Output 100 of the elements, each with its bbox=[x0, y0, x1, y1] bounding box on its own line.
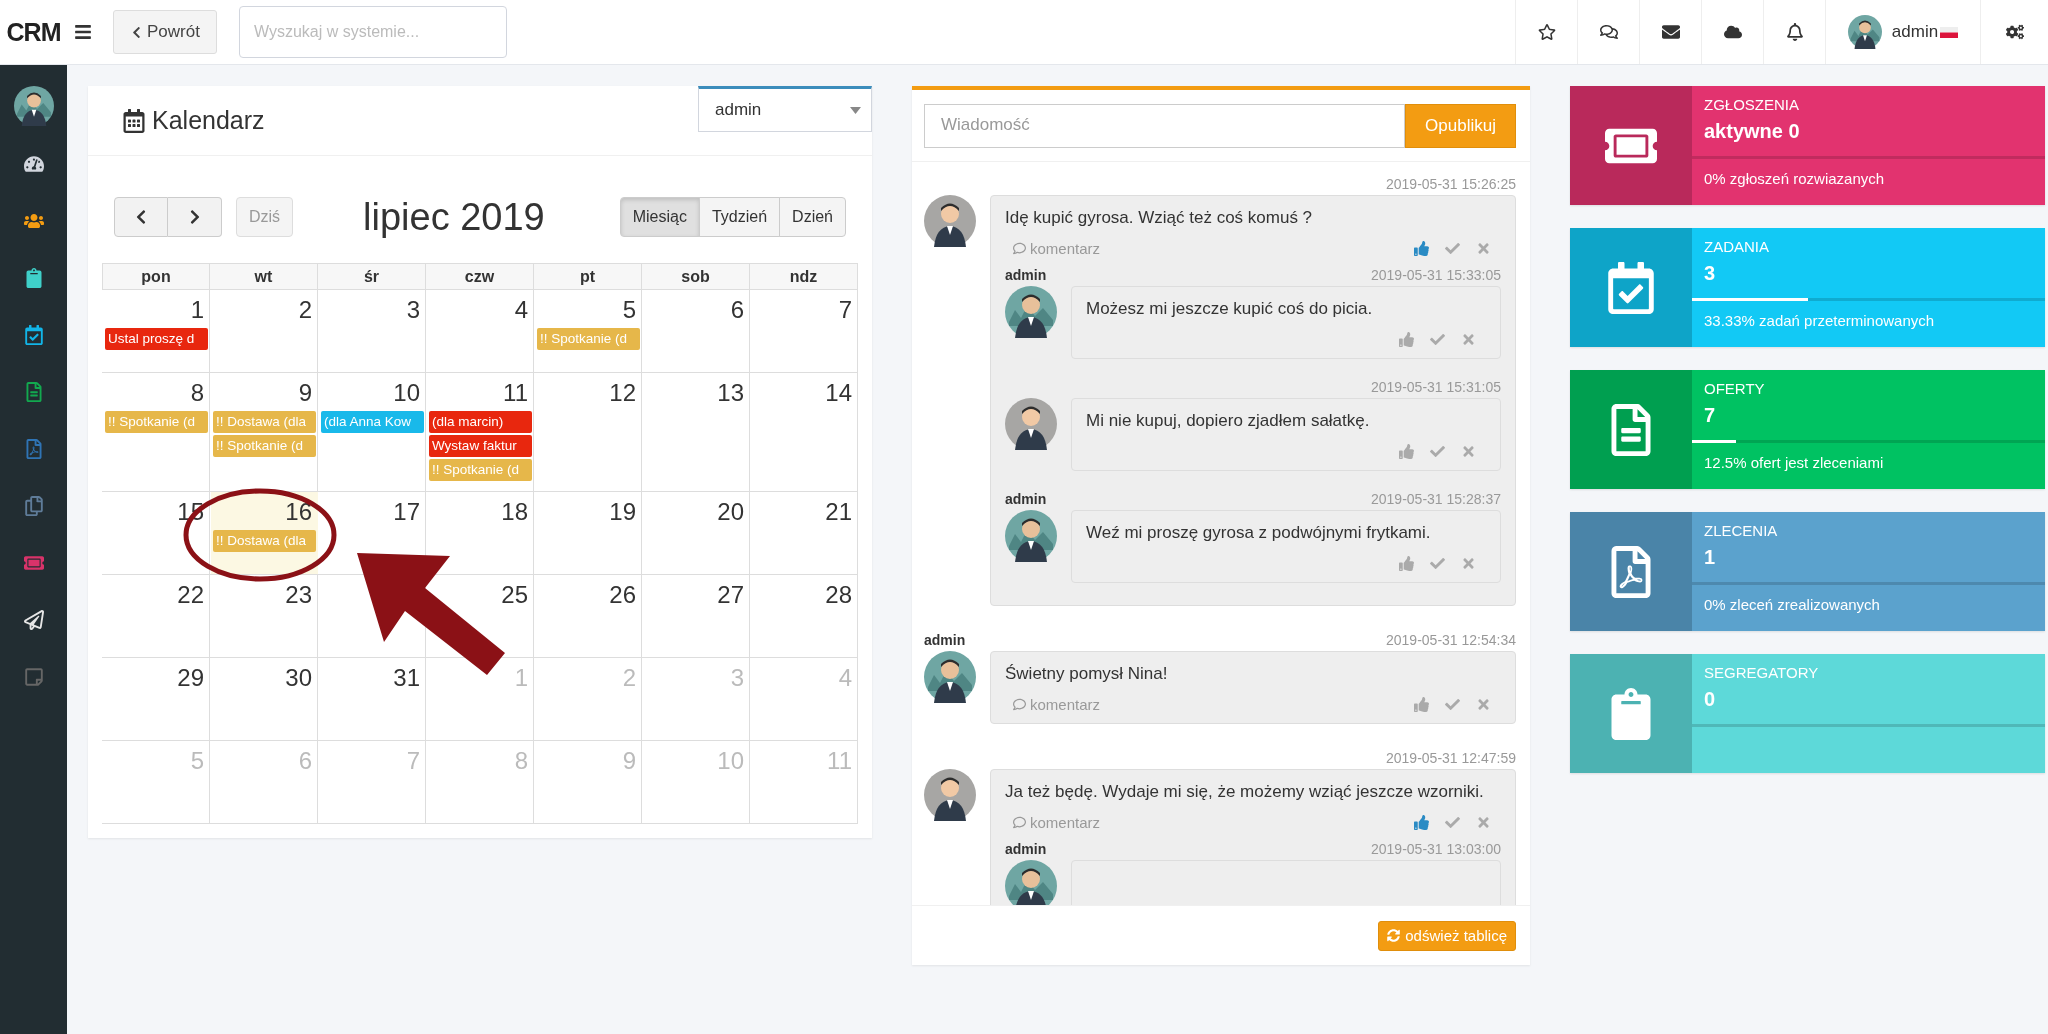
day-number[interactable]: 30 bbox=[285, 662, 316, 694]
stat-title: ZLECENIA bbox=[1704, 522, 1778, 539]
calendar-event[interactable]: Wystaw faktur bbox=[429, 435, 532, 457]
stat-title: OFERTY bbox=[1704, 380, 1765, 397]
speech-bubble-icon bbox=[1013, 241, 1026, 255]
stat-card[interactable]: ZGŁOSZENIA aktywne 0 0% zgłoszeń rozwiazanych bbox=[1570, 86, 2045, 205]
day-number[interactable]: 9 bbox=[298, 377, 316, 409]
approve-button[interactable] bbox=[1430, 331, 1445, 347]
like-button[interactable] bbox=[1414, 240, 1429, 256]
weekday-header: śr bbox=[317, 264, 426, 290]
weekday-header: wt bbox=[209, 264, 318, 290]
weekday-header: pt bbox=[533, 264, 642, 290]
calendar-event[interactable]: Ustal proszę d bbox=[105, 328, 208, 350]
like-button[interactable] bbox=[1414, 696, 1429, 712]
post-text: Świetny pomysł Nina! bbox=[1005, 663, 1169, 685]
like-button[interactable] bbox=[1399, 443, 1414, 459]
post-time: 2019-05-31 12:47:59 bbox=[1386, 750, 1516, 766]
day-number[interactable]: 11 bbox=[503, 377, 532, 409]
weekday-header: ndz bbox=[749, 264, 858, 290]
day-number[interactable]: 18 bbox=[501, 496, 532, 528]
day-number[interactable]: 22 bbox=[177, 579, 208, 611]
day-number[interactable]: 25 bbox=[501, 579, 532, 611]
approve-button[interactable] bbox=[1430, 443, 1445, 459]
post-time: 2019-05-31 13:03:00 bbox=[1371, 841, 1501, 857]
like-button[interactable] bbox=[1399, 331, 1414, 347]
stat-value: 0 bbox=[1704, 688, 1716, 710]
avatar bbox=[1005, 860, 1057, 905]
day-number[interactable]: 16 bbox=[285, 496, 316, 528]
stat-caption: 0% zgłoszeń rozwiazanych bbox=[1704, 170, 1885, 187]
calendar-event[interactable]: (dla marcin) bbox=[429, 411, 532, 433]
close-button[interactable] bbox=[1461, 555, 1476, 571]
day-number[interactable]: 21 bbox=[825, 496, 856, 528]
user-menu[interactable]: admin bbox=[1825, 0, 1980, 64]
close-button[interactable] bbox=[1461, 443, 1476, 459]
author-name: admin bbox=[1005, 267, 1047, 283]
day-number[interactable]: 7 bbox=[838, 294, 856, 326]
avatar bbox=[924, 195, 976, 247]
post-text: Idę kupić gyrosa. Wziąć też coś komuś ? bbox=[1005, 207, 1314, 229]
search-field[interactable]: Wyszukaj w systemie... bbox=[238, 6, 507, 58]
close-button[interactable] bbox=[1476, 696, 1491, 712]
chevron-left-icon bbox=[130, 25, 143, 39]
day-number[interactable]: 12 bbox=[609, 377, 640, 409]
post-time: 2019-05-31 15:31:05 bbox=[1371, 379, 1501, 395]
reply-text: Weź mi proszę gyrosa z podwójnymi frytkami. bbox=[1086, 522, 1432, 544]
day-number[interactable]: 20 bbox=[717, 496, 748, 528]
close-button[interactable] bbox=[1476, 240, 1491, 256]
approve-button[interactable] bbox=[1445, 696, 1460, 712]
stat-title: ZADANIA bbox=[1704, 238, 1769, 255]
day-number[interactable]: 19 bbox=[609, 496, 640, 528]
approve-button[interactable] bbox=[1445, 240, 1460, 256]
logo[interactable]: CRM bbox=[0, 17, 67, 47]
day-number[interactable]: 27 bbox=[717, 579, 748, 611]
day-number[interactable]: 5 bbox=[622, 294, 640, 326]
month-title: lipiec 2019 bbox=[363, 195, 546, 239]
approve-button[interactable] bbox=[1445, 814, 1460, 830]
approve-button[interactable] bbox=[1430, 555, 1445, 571]
avatar bbox=[924, 769, 976, 821]
author-name: admin bbox=[924, 632, 966, 648]
post-time: 2019-05-31 15:26:25 bbox=[1386, 176, 1516, 192]
day-number[interactable]: 8 bbox=[190, 377, 208, 409]
back-button[interactable]: Powrót bbox=[113, 10, 217, 54]
day-number[interactable]: 13 bbox=[717, 377, 748, 409]
day-number[interactable]: 14 bbox=[825, 377, 856, 409]
day-number[interactable]: 17 bbox=[393, 496, 424, 528]
next-button[interactable] bbox=[168, 197, 222, 237]
message-field[interactable]: Wiadomość bbox=[924, 104, 1405, 148]
today-cell[interactable]: 16 !! Dostawa (dla bbox=[211, 492, 318, 574]
previous-button[interactable] bbox=[114, 197, 168, 237]
stat-caption: 33.33% zadań przeterminowanych bbox=[1704, 312, 1935, 329]
like-button[interactable] bbox=[1414, 814, 1429, 830]
author-name: admin bbox=[1005, 841, 1047, 857]
day-number[interactable]: 28 bbox=[825, 579, 856, 611]
day-number[interactable]: 2 bbox=[298, 294, 316, 326]
avatar bbox=[924, 651, 976, 703]
calendar-icon bbox=[122, 108, 146, 133]
view-tab[interactable]: Dzień bbox=[779, 197, 846, 237]
day-number[interactable]: 26 bbox=[609, 579, 640, 611]
view-tab[interactable]: Tydzień bbox=[698, 197, 781, 237]
user-select[interactable]: admin bbox=[698, 86, 872, 132]
view-tab[interactable]: Miesiąc bbox=[619, 197, 700, 237]
day-number[interactable]: 10 bbox=[393, 377, 424, 409]
like-button[interactable] bbox=[1399, 555, 1414, 571]
refresh-icon bbox=[1387, 929, 1401, 942]
stat-title: SEGREGATORY bbox=[1704, 664, 1819, 681]
avatar bbox=[1847, 15, 1882, 49]
stat-value: 3 bbox=[1704, 262, 1716, 284]
close-button[interactable] bbox=[1476, 814, 1491, 830]
day-number[interactable]: 23 bbox=[285, 579, 316, 611]
day-number[interactable]: 1 bbox=[190, 294, 208, 326]
day-number[interactable]: 3 bbox=[406, 294, 424, 326]
day-number[interactable]: 4 bbox=[514, 294, 532, 326]
day-number[interactable]: 31 bbox=[393, 662, 424, 694]
day-number[interactable]: 29 bbox=[177, 662, 208, 694]
weekday-header: pon bbox=[102, 264, 210, 290]
flag-icon bbox=[1940, 26, 1959, 38]
post-time: 2019-05-31 15:28:37 bbox=[1371, 491, 1501, 507]
stat-caption: 0% zleceń zrealizowanych bbox=[1704, 596, 1880, 613]
day-number[interactable]: 6 bbox=[730, 294, 748, 326]
close-button[interactable] bbox=[1461, 331, 1476, 347]
caret-icon bbox=[850, 106, 861, 114]
